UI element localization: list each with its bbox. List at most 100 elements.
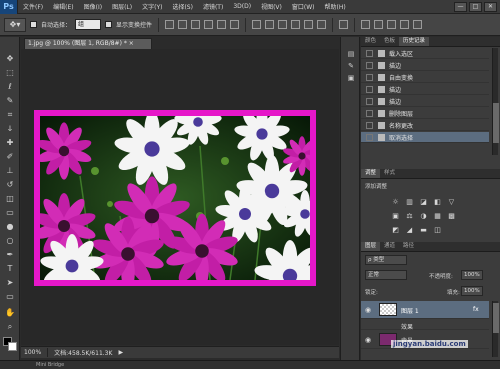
opacity-input[interactable]: 100%: [461, 270, 483, 280]
align-top-icon[interactable]: [165, 20, 175, 29]
selective-color-icon[interactable]: ◫: [433, 225, 442, 234]
exposure-icon[interactable]: ◧: [433, 197, 442, 206]
levels-icon[interactable]: ▥: [405, 197, 414, 206]
history-source-checkbox[interactable]: [366, 109, 373, 117]
layer-visibility-eye-icon[interactable]: ◉: [365, 306, 371, 314]
distribute-right-icon[interactable]: [317, 20, 327, 29]
mini-bridge-tab[interactable]: Mini Bridge: [36, 362, 64, 368]
brightness-contrast-icon[interactable]: ☼: [391, 197, 400, 206]
history-item[interactable]: 描边: [361, 84, 489, 95]
blur-tool-icon[interactable]: ●: [3, 221, 17, 232]
menu-filter[interactable]: 滤镜(T): [198, 2, 228, 11]
document-tab[interactable]: 1.jpg @ 100% (图层 1, RGB/8#) * ×: [24, 38, 152, 49]
status-arrow-icon[interactable]: ▶: [118, 349, 123, 356]
clone-stamp-tool-icon[interactable]: ⊥: [3, 165, 17, 176]
layer-name[interactable]: 图层 1: [401, 306, 419, 315]
brush-tool-icon[interactable]: ✐: [3, 151, 17, 162]
eyedropper-tool-icon[interactable]: ↆ: [3, 123, 17, 134]
tab-swatches[interactable]: 色板: [380, 37, 399, 46]
distribute-bottom-icon[interactable]: [278, 20, 288, 29]
layer-row-selected[interactable]: ◉ 图层 1 fx: [361, 301, 489, 319]
healing-brush-tool-icon[interactable]: ✚: [3, 137, 17, 148]
black-white-icon[interactable]: ◑: [419, 211, 428, 220]
show-transform-checkbox[interactable]: [105, 21, 113, 28]
dodge-tool-icon[interactable]: ○: [3, 235, 17, 246]
move-tool-icon[interactable]: ✥: [3, 53, 17, 64]
layer-kind-filter[interactable]: ρ 类型: [365, 255, 407, 265]
auto-align-icon[interactable]: [339, 20, 349, 29]
blend-mode-select[interactable]: 正常: [365, 270, 407, 280]
gradient-tool-icon[interactable]: ▭: [3, 207, 17, 218]
menu-type[interactable]: 文字(Y): [137, 2, 167, 11]
quick-select-tool-icon[interactable]: ✎: [3, 95, 17, 106]
distribute-top-icon[interactable]: [252, 20, 262, 29]
tab-channels[interactable]: 通道: [380, 242, 399, 251]
maximize-button[interactable]: □: [469, 1, 482, 12]
layers-scrollbar[interactable]: [492, 301, 499, 357]
threshold-icon[interactable]: ▬: [419, 225, 428, 234]
tab-color[interactable]: 颜色: [361, 37, 380, 46]
crop-tool-icon[interactable]: ⌗: [3, 109, 17, 120]
align-left-icon[interactable]: [204, 20, 214, 29]
history-item[interactable]: 描边: [361, 96, 489, 107]
path-select-tool-icon[interactable]: ➤: [3, 277, 17, 288]
auto-select-checkbox[interactable]: [30, 21, 37, 28]
3d-rotate-icon[interactable]: [361, 20, 371, 29]
menu-window[interactable]: 窗口(W): [287, 2, 320, 11]
hand-tool-icon[interactable]: ✋: [3, 307, 17, 318]
document-tab-close-icon[interactable]: ×: [129, 40, 134, 47]
menu-view[interactable]: 视图(V): [256, 2, 287, 11]
menu-select[interactable]: 选择(S): [167, 2, 198, 11]
menu-help[interactable]: 帮助(H): [320, 2, 351, 11]
tab-styles[interactable]: 样式: [380, 169, 399, 178]
curves-icon[interactable]: ◪: [419, 197, 428, 206]
3d-drag-icon[interactable]: [387, 20, 397, 29]
history-source-checkbox[interactable]: [366, 61, 373, 69]
color-balance-icon[interactable]: ⚖: [405, 211, 414, 220]
tab-history[interactable]: 历史记录: [399, 37, 430, 46]
document-image[interactable]: [34, 110, 316, 286]
menu-3d[interactable]: 3D(D): [228, 3, 256, 10]
posterize-icon[interactable]: ◢: [405, 225, 414, 234]
3d-roll-icon[interactable]: [374, 20, 384, 29]
history-source-checkbox[interactable]: [366, 49, 373, 57]
history-item[interactable]: 名称更改: [361, 120, 489, 131]
layers-scrollbar-thumb[interactable]: [493, 303, 499, 333]
tab-layers[interactable]: 图层: [361, 242, 381, 251]
menu-layer[interactable]: 图层(L): [107, 2, 137, 11]
photo-filter-icon[interactable]: ▦: [433, 211, 442, 220]
history-source-checkbox[interactable]: [366, 85, 373, 93]
history-panel-icon[interactable]: ▤: [346, 49, 356, 58]
distribute-vcenter-icon[interactable]: [265, 20, 275, 29]
3d-slide-icon[interactable]: [400, 20, 410, 29]
auto-select-dropdown[interactable]: 组: [75, 19, 102, 30]
history-scrollbar[interactable]: [492, 48, 499, 155]
align-hcenter-icon[interactable]: [217, 20, 227, 29]
move-tool-preset-icon[interactable]: ✥▾: [4, 17, 26, 32]
distribute-left-icon[interactable]: [291, 20, 301, 29]
minimize-button[interactable]: —: [454, 1, 467, 12]
history-item[interactable]: 描边: [361, 60, 489, 71]
layer-effects-icon[interactable]: fx: [473, 306, 479, 313]
align-bottom-icon[interactable]: [191, 20, 201, 29]
align-right-icon[interactable]: [230, 20, 240, 29]
menu-image[interactable]: 图像(I): [79, 2, 107, 11]
tab-paths[interactable]: 路径: [399, 242, 418, 251]
eraser-tool-icon[interactable]: ◫: [3, 193, 17, 204]
menu-edit[interactable]: 编辑(E): [48, 2, 78, 11]
fill-input[interactable]: 100%: [461, 286, 483, 296]
background-color-swatch[interactable]: [8, 342, 17, 351]
marquee-tool-icon[interactable]: ⬚: [3, 67, 17, 78]
lasso-tool-icon[interactable]: ℓ: [3, 81, 17, 92]
hue-saturation-icon[interactable]: ▣: [391, 211, 400, 220]
history-source-checkbox[interactable]: [366, 73, 373, 81]
tab-adjustments[interactable]: 调整: [361, 169, 381, 178]
vibrance-icon[interactable]: ▽: [447, 197, 456, 206]
pen-tool-icon[interactable]: ✒: [3, 249, 17, 260]
history-item-selected[interactable]: 取消选择: [361, 132, 489, 143]
close-button[interactable]: ✕: [484, 1, 497, 12]
layer-effects-row[interactable]: 效果: [361, 320, 489, 331]
layer-visibility-eye-icon[interactable]: ◉: [365, 336, 371, 344]
type-tool-icon[interactable]: T: [3, 263, 17, 274]
invert-icon[interactable]: ◩: [391, 225, 400, 234]
